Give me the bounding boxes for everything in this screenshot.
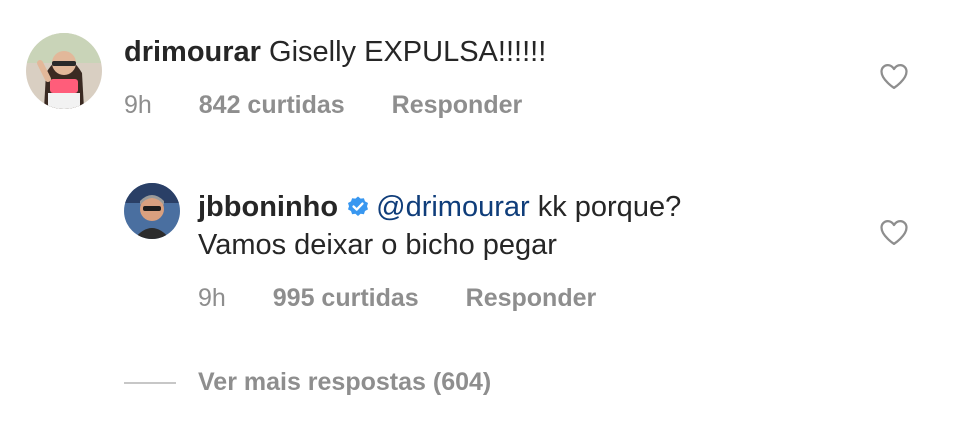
comment-1-text: Giselly EXPULSA!!!!!! <box>269 36 547 68</box>
avatar-jbboninho[interactable] <box>124 183 180 239</box>
comment-1-like-button[interactable] <box>879 62 909 95</box>
comment-2-likes[interactable]: 995 curtidas <box>273 284 419 313</box>
comment-2-like-button[interactable] <box>879 218 909 251</box>
heart-outline-icon <box>880 64 908 89</box>
view-more-label: Ver mais respostas (604) <box>198 368 492 396</box>
avatar-drimourar[interactable] <box>26 33 102 109</box>
user-photo-avatar-icon <box>124 183 180 239</box>
comment-2-mention-link[interactable]: @drimourar <box>376 191 530 223</box>
comment-2-body-line1: jbboninho @drimourar kk porque? <box>198 190 681 227</box>
comment-2-time[interactable]: 9h <box>198 284 226 313</box>
comment-2-text-line2: Vamos deixar o bicho pegar <box>198 229 557 261</box>
comment-2-text-line1: kk porque? <box>529 191 682 223</box>
heart-outline-icon <box>880 220 908 245</box>
verified-badge-icon <box>346 193 370 227</box>
view-more-divider <box>124 381 176 384</box>
view-more-replies-button[interactable]: Ver mais respostas (604) <box>124 368 491 397</box>
comment-1-username[interactable]: drimourar <box>124 36 261 68</box>
comment-1-meta: 9h 842 curtidas Responder <box>124 91 522 120</box>
comment-1-body: drimourar Giselly EXPULSA!!!!!! <box>124 35 546 69</box>
comment-1-time[interactable]: 9h <box>124 91 152 120</box>
comment-1-likes[interactable]: 842 curtidas <box>199 91 345 120</box>
comment-2-meta: 9h 995 curtidas Responder <box>198 284 596 313</box>
user-photo-avatar-icon <box>26 33 102 109</box>
comment-2-username[interactable]: jbboninho <box>198 191 338 223</box>
comment-2-reply-button[interactable]: Responder <box>466 284 597 313</box>
comment-1-reply-button[interactable]: Responder <box>392 91 523 120</box>
